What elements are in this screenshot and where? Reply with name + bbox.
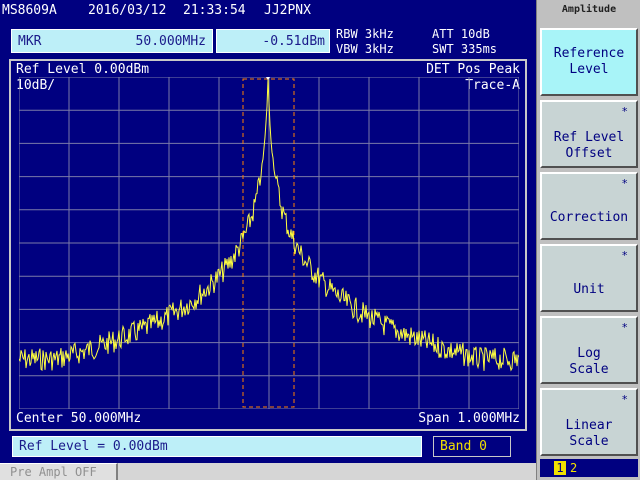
instrument-model: MS8609A bbox=[2, 3, 57, 18]
softkey-ref-level-offset[interactable]: * Ref Level Offset bbox=[540, 100, 638, 168]
vbw-param: VBW 3kHz bbox=[336, 42, 394, 56]
softkey-label: Linear Scale bbox=[565, 418, 613, 449]
softkey-reference-level[interactable]: Reference Level bbox=[540, 28, 638, 96]
softkey-label: Unit bbox=[573, 282, 605, 297]
softkey-unit[interactable]: * Unit bbox=[540, 244, 638, 312]
center-frequency-label: Center 50.000MHz bbox=[16, 411, 142, 426]
callsign-display: JJ2PNX bbox=[264, 3, 311, 18]
softkey-log-scale[interactable]: * Log Scale bbox=[540, 316, 638, 384]
marker-label: MKR bbox=[18, 34, 42, 49]
marker-frequency: 50.000MHz bbox=[135, 34, 206, 49]
detector-label: DET Pos Peak bbox=[426, 62, 520, 77]
softkey-label: Ref Level Offset bbox=[553, 130, 625, 161]
softkey-page-indicator[interactable]: 1 2 bbox=[540, 459, 638, 477]
spectrum-graph bbox=[19, 77, 519, 409]
softkey-star-icon: * bbox=[621, 177, 628, 190]
softkey-star-icon: * bbox=[621, 393, 628, 406]
softkey-correction[interactable]: * Correction bbox=[540, 172, 638, 240]
page-current: 1 bbox=[554, 461, 566, 475]
swt-param: SWT 335ms bbox=[432, 42, 498, 56]
rbw-param: RBW 3kHz bbox=[336, 27, 394, 41]
preamp-text: Pre Ampl OFF bbox=[10, 465, 97, 479]
band-indicator: Band 0 bbox=[433, 436, 511, 457]
entry-field[interactable]: Ref Level = 0.00dBm bbox=[12, 436, 422, 457]
softkey-label: Correction bbox=[549, 210, 629, 225]
title-bar: MS8609A 2016/03/12 21:33:54 JJ2PNX bbox=[0, 0, 536, 26]
softkey-label: Log Scale bbox=[569, 346, 609, 377]
marker-frequency-box: MKR 50.000MHz bbox=[11, 29, 213, 53]
marker-level-box: -0.51dBm bbox=[216, 29, 330, 53]
page-other: 2 bbox=[570, 461, 578, 475]
span-label: Span 1.000MHz bbox=[418, 411, 520, 426]
softkey-linear-scale[interactable]: * Linear Scale bbox=[540, 388, 638, 456]
time-display: 21:33:54 bbox=[183, 3, 246, 18]
ref-level-label: Ref Level 0.00dBm bbox=[16, 62, 150, 77]
date-display: 2016/03/12 bbox=[88, 3, 167, 18]
softkey-panel-title: Amplitude bbox=[561, 4, 617, 15]
preamp-status: Pre Ampl OFF bbox=[0, 463, 118, 480]
softkey-star-icon: * bbox=[621, 105, 628, 118]
entry-text: Ref Level = 0.00dBm bbox=[19, 439, 168, 454]
att-param: ATT 10dB bbox=[432, 27, 490, 41]
band-text: Band 0 bbox=[440, 439, 487, 454]
softkey-star-icon: * bbox=[621, 249, 628, 262]
marker-level: -0.51dBm bbox=[262, 34, 325, 49]
softkey-label: Reference Level bbox=[553, 46, 625, 77]
softkey-panel: Amplitude Reference Level * Ref Level Of… bbox=[536, 0, 640, 480]
softkey-star-icon: * bbox=[621, 321, 628, 334]
